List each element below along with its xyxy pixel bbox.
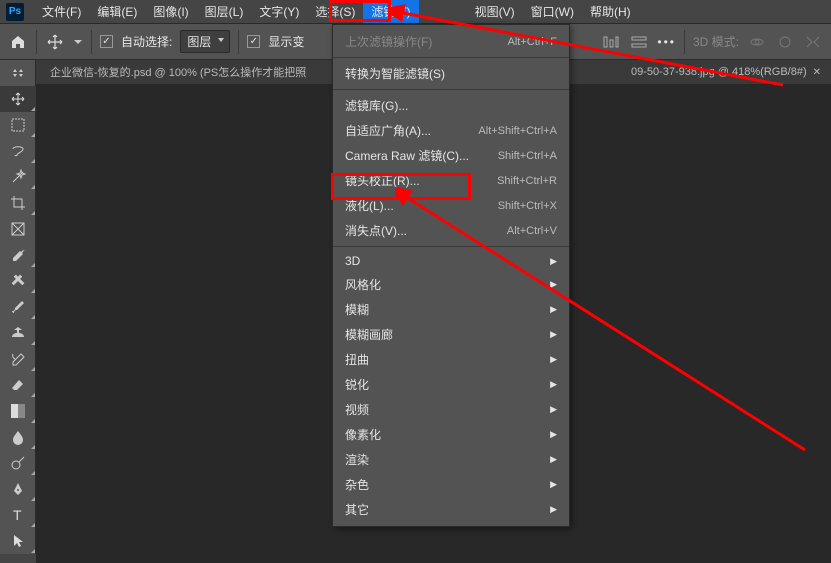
- history-brush-tool[interactable]: [0, 346, 36, 372]
- show-transform-label: 显示变: [268, 33, 304, 50]
- menu-select[interactable]: 选择(S): [307, 0, 363, 23]
- tab-document-1[interactable]: 企业微信-恢复的.psd @ 100% (PS怎么操作才能把照: [40, 60, 316, 84]
- dd-last-filter[interactable]: 上次滤镜操作(F)Alt+Ctrl+F: [333, 29, 569, 54]
- dd-vanishing-point[interactable]: 消失点(V)...Alt+Ctrl+V: [333, 218, 569, 243]
- orbit-3d-icon: [747, 32, 767, 52]
- menu-window[interactable]: 窗口(W): [523, 0, 582, 23]
- dd-3d[interactable]: 3D▶: [333, 250, 569, 272]
- dd-lens-correction[interactable]: 镜头校正(R)...Shift+Ctrl+R: [333, 168, 569, 193]
- dd-noise[interactable]: 杂色▶: [333, 472, 569, 497]
- dd-distort[interactable]: 扭曲▶: [333, 347, 569, 372]
- dd-blur-gallery[interactable]: 模糊画廊▶: [333, 322, 569, 347]
- menu-layer[interactable]: 图层(L): [197, 0, 252, 23]
- menu-image[interactable]: 图像(I): [145, 0, 196, 23]
- healing-tool[interactable]: [0, 268, 36, 294]
- close-tab-icon[interactable]: ✕: [813, 67, 821, 78]
- gradient-tool[interactable]: [0, 398, 36, 424]
- menu-text[interactable]: 文字(Y): [251, 0, 307, 23]
- dd-video[interactable]: 视频▶: [333, 397, 569, 422]
- more-icon[interactable]: •••: [657, 35, 676, 49]
- tool-panel: T: [0, 60, 36, 554]
- dd-sharpen[interactable]: 锐化▶: [333, 372, 569, 397]
- path-selection-tool[interactable]: [0, 528, 36, 554]
- menu-file[interactable]: 文件(F): [34, 0, 89, 23]
- tab-title: 企业微信-恢复的.psd @ 100% (PS怎么操作才能把照: [50, 64, 306, 80]
- align-icon-1[interactable]: [601, 32, 621, 52]
- auto-select-checkbox[interactable]: [100, 35, 113, 48]
- lasso-tool[interactable]: [0, 138, 36, 164]
- move-tool-icon[interactable]: [45, 32, 65, 52]
- tab-title: 09-50-37-938.jpg @ 418%(RGB/8#): [631, 66, 807, 78]
- type-tool[interactable]: T: [0, 502, 36, 528]
- tool-preset-chevron-icon[interactable]: [73, 32, 83, 52]
- eyedropper-tool[interactable]: [0, 242, 36, 268]
- move-tool[interactable]: [0, 86, 36, 112]
- eraser-tool[interactable]: [0, 372, 36, 398]
- menubar: Ps 文件(F) 编辑(E) 图像(I) 图层(L) 文字(Y) 选择(S) 滤…: [0, 0, 831, 24]
- dd-smart-filter[interactable]: 转换为智能滤镜(S): [333, 61, 569, 86]
- marquee-tool[interactable]: [0, 112, 36, 138]
- tab-document-2[interactable]: 09-50-37-938.jpg @ 418%(RGB/8#) ✕: [621, 62, 831, 82]
- auto-select-label: 自动选择:: [121, 33, 172, 50]
- layer-select[interactable]: 图层: [180, 30, 230, 53]
- pan-3d-icon: [775, 32, 795, 52]
- menu-filter[interactable]: 滤镜(T): [363, 0, 418, 23]
- clone-stamp-tool[interactable]: [0, 320, 36, 346]
- dd-liquify[interactable]: 液化(L)...Shift+Ctrl+X: [333, 193, 569, 218]
- menu-edit[interactable]: 编辑(E): [89, 0, 145, 23]
- dd-filter-gallery[interactable]: 滤镜库(G)...: [333, 93, 569, 118]
- dd-render[interactable]: 渲染▶: [333, 447, 569, 472]
- blur-tool[interactable]: [0, 424, 36, 450]
- dd-camera-raw[interactable]: Camera Raw 滤镜(C)...Shift+Ctrl+A: [333, 143, 569, 168]
- dd-stylize[interactable]: 风格化▶: [333, 272, 569, 297]
- home-icon[interactable]: [8, 32, 28, 52]
- dodge-tool[interactable]: [0, 450, 36, 476]
- mode-3d-label: 3D 模式:: [693, 33, 739, 50]
- align-icon-2[interactable]: [629, 32, 649, 52]
- dd-blur[interactable]: 模糊▶: [333, 297, 569, 322]
- magic-wand-tool[interactable]: [0, 164, 36, 190]
- dd-pixelate[interactable]: 像素化▶: [333, 422, 569, 447]
- brush-tool[interactable]: [0, 294, 36, 320]
- filter-dropdown: 上次滤镜操作(F)Alt+Ctrl+F 转换为智能滤镜(S) 滤镜库(G)...…: [332, 24, 570, 527]
- expand-toolbox-icon[interactable]: [0, 60, 36, 86]
- pen-tool[interactable]: [0, 476, 36, 502]
- menu-view[interactable]: 视图(V): [467, 0, 523, 23]
- svg-text:T: T: [13, 507, 22, 523]
- dd-adaptive-wide[interactable]: 自适应广角(A)...Alt+Shift+Ctrl+A: [333, 118, 569, 143]
- app-logo: Ps: [6, 3, 24, 21]
- slide-3d-icon: [803, 32, 823, 52]
- crop-tool[interactable]: [0, 190, 36, 216]
- dd-other[interactable]: 其它▶: [333, 497, 569, 522]
- menu-help[interactable]: 帮助(H): [582, 0, 639, 23]
- show-transform-checkbox[interactable]: [247, 35, 260, 48]
- frame-tool[interactable]: [0, 216, 36, 242]
